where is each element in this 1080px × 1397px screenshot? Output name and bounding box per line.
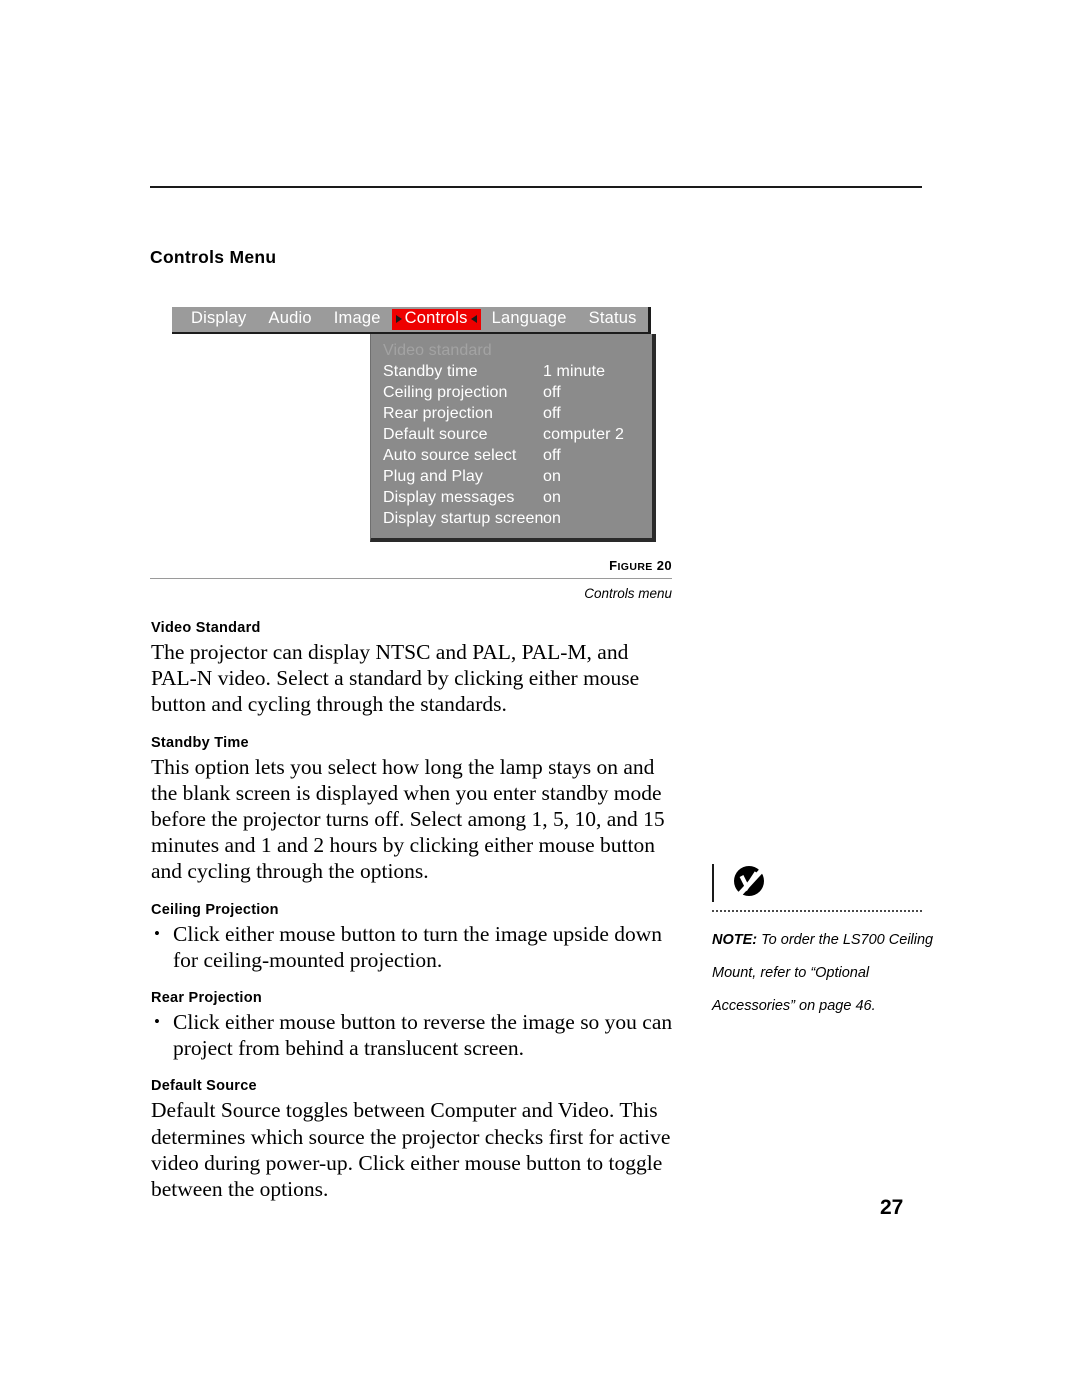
menu-item-display-messages[interactable]: Display messages on [371,487,652,508]
heading-ceiling-projection: Ceiling Projection [151,901,279,918]
page-number: 27 [880,1196,904,1219]
header-rule [150,186,922,188]
menu-item-standby-time[interactable]: Standby time 1 minute [371,361,652,382]
menu-item-label: Default source [383,426,488,443]
osd-menubar: Display Audio Image Controls Language St… [172,307,651,334]
menu-tab-controls-label: Controls [404,309,468,328]
arrow-right-icon [395,314,402,323]
figure-label: FIGURE 20 [150,558,672,573]
figure-rule [150,578,672,579]
heading-default-source: Default Source [151,1078,257,1095]
section-video-standard: Video Standard The projector can display… [151,620,676,718]
figure-caption: Controls menu [584,586,672,601]
menu-item-value: on [543,468,561,485]
menu-item-default-source[interactable]: Default source computer 2 [371,424,652,445]
paragraph-video-standard: The projector can display NTSC and PAL, … [151,640,640,717]
menu-item-label: Standby time [383,363,478,380]
menu-item-value: off [543,384,561,401]
menu-tab-language[interactable]: Language [481,309,578,330]
menu-item-value: 1 minute [543,363,606,380]
menu-tab-audio[interactable]: Audio [258,309,323,330]
menu-item-label: Video standard [383,342,492,359]
margin-note: NOTE: To order the LS700 Ceiling Mount, … [712,862,937,1023]
section-default-source: Default Source Default Source toggles be… [151,1078,676,1202]
menu-item-rear-projection[interactable]: Rear projection off [371,403,652,424]
menu-item-display-startup-screen[interactable]: Display startup screen on [371,508,652,529]
section-rear-projection: Rear Projection Click either mouse butto… [151,990,676,1061]
page-title: Controls Menu [150,247,277,267]
menu-item-label: Rear projection [383,405,493,422]
note-dotted-rule [712,910,922,913]
menu-tab-display[interactable]: Display [180,309,258,330]
note-prefix: NOTE: [712,932,758,948]
menu-tab-status[interactable]: Status [578,309,648,330]
menu-item-value: off [543,447,561,464]
menu-tab-controls[interactable]: Controls [391,309,481,330]
menu-item-plug-and-play[interactable]: Plug and Play on [371,466,652,487]
note-text: NOTE: To order the LS700 Ceiling Mount, … [712,924,937,1023]
paragraph-standby-time: This option lets you select how long the… [151,754,665,884]
heading-rear-projection: Rear Projection [151,990,262,1007]
note-icon-row [712,862,937,910]
figure-label-smallcaps: IGURE [617,561,653,573]
section-standby-time: Standby Time This option lets you select… [151,735,676,885]
menu-item-value: computer 2 [543,426,625,443]
menu-item-label: Ceiling projection [383,384,508,401]
manual-page: Controls Menu Display Audio Image Contro… [0,0,1080,1397]
arrow-left-icon [470,314,477,323]
controls-dropdown-panel: Video standard Standby time 1 minute Cei… [370,334,656,542]
menu-item-label: Plug and Play [383,468,484,485]
heading-standby-time: Standby Time [151,734,249,751]
note-badge-icon [730,862,768,905]
menu-tab-image[interactable]: Image [323,309,392,330]
paragraph-default-source: Default Source toggles between Computer … [151,1098,671,1202]
heading-video-standard: Video Standard [151,620,261,636]
figure-number: 20 [656,558,672,573]
bullet-list-rear-projection: Click either mouse button to reverse the… [151,1009,676,1061]
osd-figure: Display Audio Image Controls Language St… [172,307,656,542]
menu-item-label: Display messages [383,489,515,506]
menu-item-auto-source-select[interactable]: Auto source select off [371,445,652,466]
menu-item-ceiling-projection[interactable]: Ceiling projection off [371,382,652,403]
menu-item-value: on [543,510,561,527]
note-divider [712,864,714,902]
list-item: Click either mouse button to reverse the… [151,1009,676,1061]
menu-item-video-standard[interactable]: Video standard [371,340,652,361]
body-column: Video Standard The projector can display… [151,620,676,1219]
menu-item-label: Display startup screen [383,510,544,527]
list-item: Click either mouse button to turn the im… [151,921,676,973]
menu-item-label: Auto source select [383,447,517,464]
bullet-list-ceiling-projection: Click either mouse button to turn the im… [151,921,676,973]
osd-backdrop [172,336,370,536]
section-ceiling-projection: Ceiling Projection Click either mouse bu… [151,902,676,973]
menu-item-value: on [543,489,561,506]
menu-item-value: off [543,405,561,422]
